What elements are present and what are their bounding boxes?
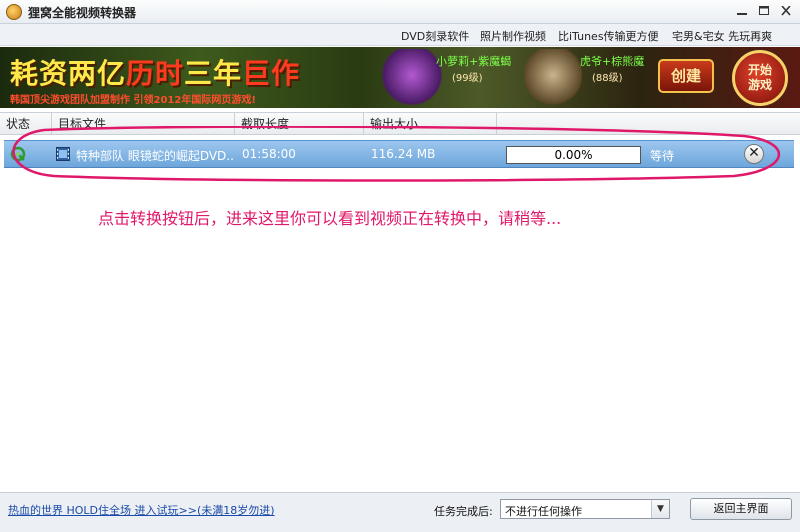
link-game-promo[interactable]: 宅男&宅女 先玩再爽 (672, 28, 772, 44)
ad-banner[interactable]: 耗资两亿历时三年巨作 韩国顶尖游戏团队加盟制作 引领2012年国际网页游戏! 小… (0, 47, 800, 108)
link-itunes-transfer[interactable]: 比iTunes传输更方便 (558, 28, 659, 44)
banner-character-image (382, 49, 442, 107)
start-game-label-line1: 开始 (747, 63, 772, 77)
minimize-button[interactable] (730, 2, 754, 21)
after-task-select-value: 不进行任何操作 (505, 505, 582, 518)
chevron-down-icon[interactable]: ▼ (651, 500, 669, 518)
start-game-label-line2: 游戏 (747, 78, 772, 92)
annotation-text: 点击转换按钮后，进来这里你可以看到视频正在转换中，请稍等... (98, 209, 562, 228)
minimize-icon (737, 13, 747, 15)
close-icon (781, 5, 791, 16)
top-link-bar: DVD刻录软件 照片制作视频 比iTunes传输更方便 宅男&宅女 先玩再爽 (0, 24, 800, 46)
banner-subline: 韩国顶尖游戏团队加盟制作 引领2012年国际网页游戏! (10, 95, 256, 106)
after-task-label: 任务完成后: (434, 505, 493, 518)
banner-headline-part1: 耗资两亿 (10, 57, 127, 90)
footer-ad-link[interactable]: 热血的世界 HOLD住全场 进入试玩>>(未满18岁勿进) (8, 502, 275, 518)
banner-create-button[interactable]: 创建 (658, 59, 714, 93)
banner-character-name: 小萝莉+紫魔蝎 (436, 55, 512, 68)
banner-headline-part3: 三年 (184, 57, 243, 90)
annotation-highlight-oval (12, 126, 780, 182)
banner-character-name: 虎爷+棕熊魔 (580, 55, 645, 68)
after-task-select[interactable]: 不进行任何操作 ▼ (500, 499, 670, 519)
back-to-main-button[interactable]: 返回主界面 (690, 498, 792, 520)
app-logo-icon (6, 4, 22, 20)
banner-character-level: (88级) (592, 73, 623, 84)
banner-headline: 耗资两亿历时三年巨作 (10, 52, 300, 92)
footer-bar: 热血的世界 HOLD住全场 进入试玩>>(未满18岁勿进) 任务完成后: 不进行… (0, 492, 800, 532)
link-photo-video[interactable]: 照片制作视频 (480, 28, 546, 44)
close-button[interactable] (774, 2, 798, 21)
banner-character-image (524, 49, 582, 107)
link-dvd-burning[interactable]: DVD刻录软件 (401, 28, 469, 44)
banner-start-game-button[interactable]: 开始 游戏 (732, 50, 788, 106)
maximize-icon (759, 6, 769, 15)
title-bar: 狸窝全能视频转换器 (0, 0, 800, 24)
maximize-button[interactable] (752, 2, 776, 21)
banner-headline-part4: 巨作 (242, 57, 301, 90)
banner-character-level: (99级) (452, 73, 483, 84)
window-title: 狸窝全能视频转换器 (28, 6, 137, 20)
banner-headline-part2: 历时 (126, 57, 185, 90)
